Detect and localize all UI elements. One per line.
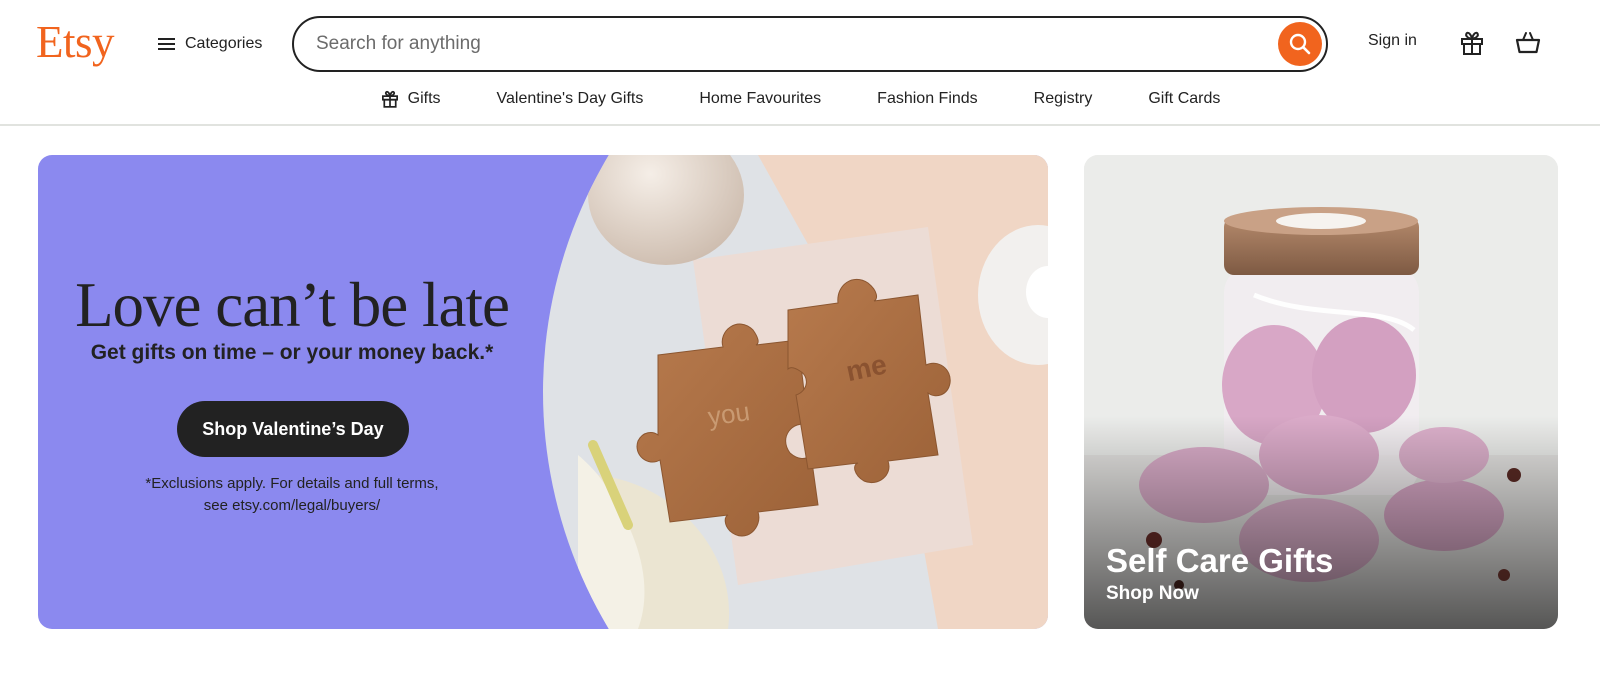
nav-item-label: Home Favourites: [699, 90, 822, 107]
shopping-basket-icon: [1515, 32, 1541, 54]
sign-in-link[interactable]: Sign in: [1368, 32, 1417, 50]
hero-text-block: Love can’t be late Get gifts on time – o…: [38, 155, 546, 629]
nav-item-label: Valentine's Day Gifts: [496, 90, 644, 107]
hero-subtitle: Get gifts on time – or your money back.*: [90, 341, 494, 364]
nav-item-home-favourites[interactable]: Home Favourites: [671, 84, 849, 114]
nav-item-gift-cards[interactable]: Gift Cards: [1120, 84, 1248, 114]
search-input[interactable]: [316, 26, 1256, 62]
promo-title: Self Care Gifts: [1106, 542, 1334, 579]
hero-banner[interactable]: you me Love can’t be late Get gifts on t…: [38, 155, 1048, 629]
nav-item-label: Registry: [1033, 90, 1093, 107]
categories-label: Categories: [185, 35, 263, 52]
nav-item-label: Fashion Finds: [877, 90, 978, 107]
nav-item-registry[interactable]: Registry: [1006, 84, 1121, 114]
nav-item-label: Gift Cards: [1148, 90, 1221, 107]
shop-valentines-day-button[interactable]: Shop Valentine’s Day: [177, 401, 409, 457]
search-icon: [1289, 33, 1311, 55]
nav-item-label: Gifts: [407, 90, 441, 107]
hero-fine-print: *Exclusions apply. For details and full …: [145, 475, 439, 514]
search-button[interactable]: [1278, 22, 1322, 66]
hero-title: Love can’t be late: [75, 270, 510, 340]
cart-button[interactable]: [1511, 26, 1545, 60]
gift-icon: [381, 90, 398, 108]
category-nav: Gifts Valentine's Day Gifts Home Favouri…: [0, 84, 1600, 114]
search-bar: [292, 16, 1328, 72]
gift-button[interactable]: [1455, 26, 1489, 60]
site-header: Etsy Categories Sign in: [0, 0, 1600, 126]
self-care-gifts-card[interactable]: Self Care Gifts Shop Now: [1084, 155, 1558, 629]
nav-item-valentines-day-gifts[interactable]: Valentine's Day Gifts: [469, 84, 672, 114]
categories-button[interactable]: Categories: [158, 30, 262, 58]
svg-text:you: you: [706, 396, 752, 432]
etsy-logo[interactable]: Etsy: [36, 14, 115, 70]
nav-item-gifts[interactable]: Gifts: [352, 84, 469, 114]
hamburger-icon: [158, 37, 175, 51]
nav-item-fashion-finds[interactable]: Fashion Finds: [849, 84, 1006, 114]
shop-now-link[interactable]: Shop Now: [1106, 583, 1199, 605]
gift-icon: [1461, 31, 1483, 55]
